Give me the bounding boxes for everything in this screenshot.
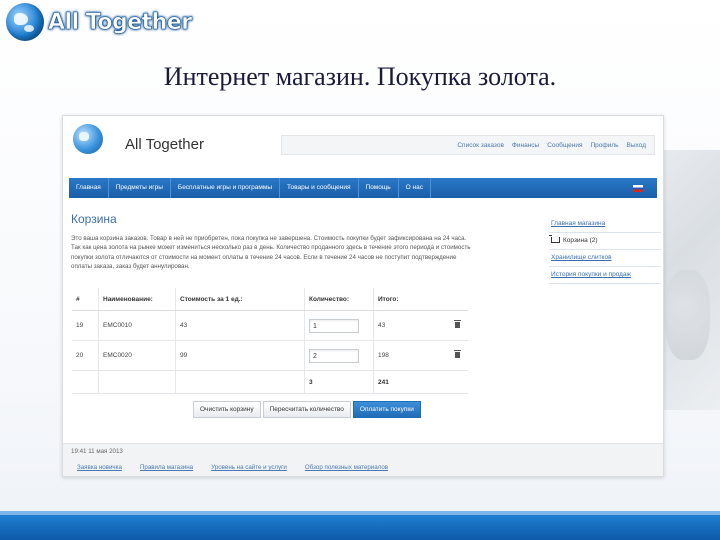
table-row: 20 EMC0020 99 2 198 [72, 340, 468, 371]
globe-icon [6, 3, 44, 41]
user-bar: Список заказов Финансы Сообщения Профиль… [281, 135, 655, 155]
site-name[interactable]: All Together [125, 136, 204, 153]
slide-logo-text: All Together [48, 9, 193, 35]
decorative-picture [655, 150, 720, 410]
quantity-input[interactable]: 2 [309, 348, 359, 363]
sidebar-item-vault[interactable]: Хранилище слитков [549, 250, 661, 267]
row-total: 43 [378, 322, 386, 329]
footer-date: 19:41 11 мая 2013 [71, 448, 123, 455]
table-total-row: 3 241 [72, 370, 468, 394]
main-nav: Главная Предметы игры Бесплатные игры и … [69, 178, 657, 198]
col-header-num: # [72, 288, 99, 311]
footer-link-materials[interactable]: Обзор полезных материалов [305, 464, 388, 471]
footer-links: Заявка новичка Правила магазина Уровень … [77, 464, 388, 471]
link-logout[interactable]: Выход [627, 142, 646, 149]
clear-cart-button[interactable]: Очистить корзину [193, 401, 261, 418]
website-screenshot: All Together Список заказов Финансы Сооб… [62, 115, 664, 477]
site-globe-icon[interactable] [73, 124, 103, 154]
nav-item-free-games[interactable]: Бесплатные игры и программы [171, 178, 280, 198]
cart-icon [549, 235, 560, 244]
col-header-price: Стоимость за 1 ед.: [175, 288, 305, 311]
cell-empty [98, 370, 176, 394]
trash-icon[interactable] [454, 350, 461, 358]
cell-num: 20 [72, 340, 99, 371]
nav-item-help[interactable]: Помощь [359, 178, 399, 198]
footer-link-rules[interactable]: Правила магазина [140, 464, 193, 471]
row-total: 198 [378, 352, 389, 359]
nav-item-goods[interactable]: Товары и сообщения [280, 178, 359, 198]
cell-name: EMC0020 [98, 340, 176, 371]
table-row: 19 EMC0010 43 1 43 [72, 310, 468, 341]
trash-icon[interactable] [454, 320, 461, 328]
cell-price: 43 [175, 310, 305, 341]
cell-price: 99 [175, 340, 305, 371]
nav-item-about[interactable]: О нас [399, 178, 431, 198]
cell-total: 198 [373, 340, 468, 371]
sidebar-item-shop-home[interactable]: Главная магазина [549, 216, 661, 233]
site-footer: 19:41 11 мая 2013 Заявка новичка Правила… [63, 443, 663, 476]
cell-total: 43 [373, 310, 468, 341]
link-finance[interactable]: Финансы [512, 142, 539, 149]
sidebar-item-history[interactable]: История покупки и продаж [549, 267, 661, 284]
cell-empty [72, 370, 99, 394]
cell-qty: 1 [304, 310, 374, 341]
total-qty: 3 [304, 370, 374, 394]
col-header-total: Итого: [373, 288, 468, 311]
cart-actions: Очистить корзину Пересчитать количество … [193, 401, 421, 418]
site-header: All Together Список заказов Финансы Сооб… [63, 116, 663, 174]
col-header-name: Наименование: [98, 288, 176, 311]
sidebar-item-cart[interactable]: Корзина (2) [549, 233, 661, 250]
sidebar-item-cart-label: Корзина (2) [563, 237, 598, 244]
link-orders[interactable]: Список заказов [457, 142, 504, 149]
slide-logo: All Together [6, 2, 192, 42]
nav-item-game-items[interactable]: Предметы игры [109, 178, 171, 198]
footer-link-levels[interactable]: Уровень на сайте и услуги [211, 464, 287, 471]
nav-item-home[interactable]: Главная [69, 178, 109, 198]
footer-link-newbie[interactable]: Заявка новичка [77, 464, 122, 471]
col-header-qty: Количество: [304, 288, 374, 311]
cell-num: 19 [72, 310, 99, 341]
pay-button[interactable]: Оплатить покупки [352, 401, 421, 418]
cart-intro-text: Это ваша корзина заказов. Товар в ней не… [71, 235, 471, 270]
sidebar: Главная магазина Корзина (2) Хранилище с… [549, 216, 661, 284]
total-sum: 241 [373, 370, 468, 394]
table-header-row: # Наименование: Стоимость за 1 ед.: Коли… [72, 288, 468, 311]
flag-icon[interactable] [633, 184, 643, 192]
link-profile[interactable]: Профиль [590, 142, 618, 149]
cart-table: # Наименование: Стоимость за 1 ед.: Коли… [72, 288, 468, 394]
cell-name: EMC0010 [98, 310, 176, 341]
slide-title: Интернет магазин. Покупка золота. [163, 62, 557, 91]
cell-qty: 2 [304, 340, 374, 371]
page-heading: Корзина [71, 212, 117, 226]
cell-empty [175, 370, 305, 394]
link-messages[interactable]: Сообщения [547, 142, 582, 149]
quantity-input[interactable]: 1 [309, 318, 359, 333]
slide-bottom-bar [0, 511, 720, 540]
recalc-button[interactable]: Пересчитать количество [262, 401, 351, 418]
